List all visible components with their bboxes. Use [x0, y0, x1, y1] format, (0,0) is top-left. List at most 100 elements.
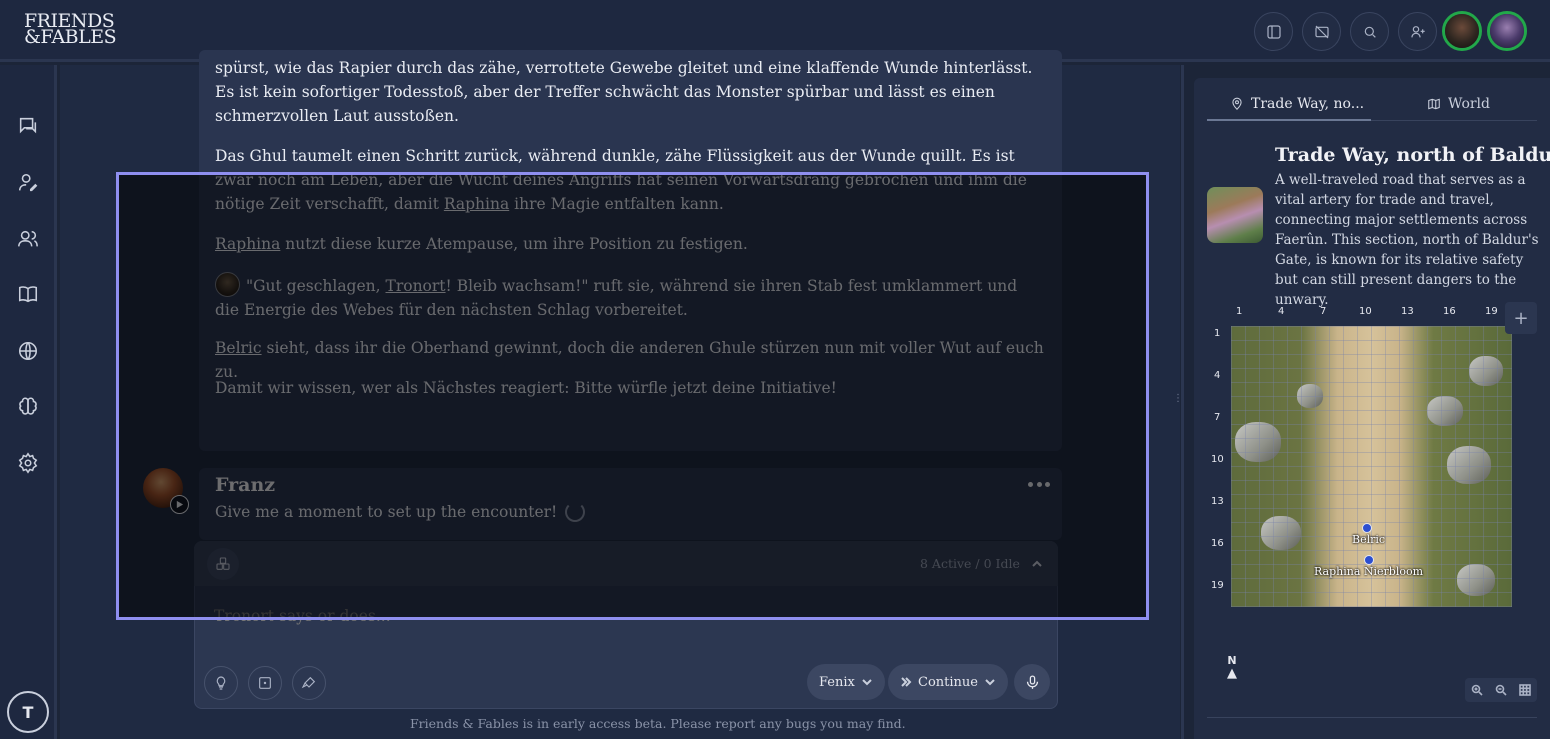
dice-icon [259, 677, 271, 689]
story-paragraph-6: Damit wir wissen, wer als Nächstes reagi… [215, 379, 837, 397]
nav-world[interactable] [17, 340, 39, 362]
tab-world-label: World [1448, 96, 1490, 112]
mode-label: Continue [918, 674, 978, 690]
grid-col-label: 4 [1278, 306, 1285, 317]
panel-icon [1266, 24, 1281, 39]
user-menu-button[interactable]: T [7, 691, 49, 733]
character-link-belric[interactable]: Belric [215, 339, 262, 357]
avatar-image [1445, 14, 1479, 48]
player-avatar-1[interactable] [1442, 11, 1482, 51]
play-icon [176, 500, 184, 509]
grid-toggle-icon[interactable] [1519, 684, 1531, 696]
map-pin-icon [1232, 97, 1242, 110]
search-icon [1364, 26, 1376, 38]
tab-location[interactable]: Trade Way, no... [1230, 88, 1364, 120]
action-input[interactable] [214, 607, 1034, 625]
grid-row-label: 16 [1211, 538, 1224, 549]
beta-notice: Friends & Fables is in early access beta… [410, 716, 906, 731]
party-status: 8 Active / 0 Idle [920, 556, 1020, 571]
toggle-images-button[interactable] [1302, 12, 1341, 51]
tab-world[interactable]: World [1427, 88, 1490, 120]
franz-message-text: Give me a moment to set up the encounter… [215, 500, 586, 524]
token-raphina[interactable] [1364, 555, 1374, 565]
collapse-button[interactable] [1030, 556, 1044, 570]
microphone-button[interactable] [1014, 664, 1050, 700]
style-button[interactable] [292, 666, 326, 700]
nav-book[interactable] [17, 283, 39, 305]
nav-memory[interactable] [17, 396, 39, 418]
suggestion-button[interactable] [204, 666, 238, 700]
location-description: A well-traveled road that serves as a vi… [1275, 172, 1539, 308]
dot [1028, 481, 1033, 487]
grid-row-label: 10 [1211, 454, 1224, 465]
invite-player-button[interactable] [1398, 12, 1437, 51]
character-link-raphina[interactable]: Raphina [444, 195, 509, 213]
compass: N ▲ [1225, 654, 1239, 681]
player-avatar-2[interactable] [1487, 11, 1527, 51]
active-tab-indicator [1207, 119, 1371, 121]
grid-row-label: 4 [1214, 370, 1221, 381]
speaker-avatar [215, 272, 240, 297]
grid-col-label: 10 [1359, 306, 1372, 317]
logo-line-2: &FABLES [24, 26, 117, 48]
location-title: Trade Way, north of Baldur'... [1275, 144, 1550, 166]
blocks-icon [216, 557, 230, 570]
app-logo[interactable]: FRIENDS &FABLES [24, 12, 117, 48]
brush-icon [301, 676, 316, 689]
book-icon [18, 286, 38, 303]
token-belric[interactable] [1362, 523, 1372, 533]
tab-location-label: Trade Way, no... [1251, 96, 1365, 112]
nav-chat[interactable] [17, 115, 39, 137]
grid-row-label: 7 [1214, 412, 1221, 423]
resize-handle[interactable]: ⋮ [1173, 394, 1183, 410]
mode-select[interactable]: Continue [888, 664, 1008, 700]
nav-party[interactable] [17, 228, 39, 250]
chevron-down-icon [985, 679, 995, 686]
north-arrow-icon: ▲ [1227, 666, 1237, 681]
lightbulb-icon [216, 676, 226, 690]
globe-icon [18, 341, 38, 361]
map-controls [1465, 678, 1537, 702]
grid-row-label: 1 [1214, 328, 1221, 339]
chevron-down-icon [862, 679, 872, 686]
message-text: Give me a moment to set up the encounter… [215, 503, 558, 521]
model-select[interactable]: Fenix [807, 664, 885, 700]
character-link-tronort[interactable]: Tronort [386, 277, 446, 295]
nav-settings[interactable] [17, 452, 39, 474]
play-audio-button[interactable] [170, 495, 189, 514]
panel-divider [1207, 717, 1537, 718]
grid-col-label: 16 [1443, 306, 1456, 317]
double-chevron-right-icon [901, 677, 912, 687]
grid-col-label: 19 [1485, 306, 1498, 317]
add-token-button[interactable]: + [1505, 302, 1537, 334]
settings-icon [18, 452, 38, 474]
story-paragraph-1: spürst, wie das Rapier durch das zähe, v… [215, 59, 1033, 125]
party-icon [18, 230, 38, 247]
camera-off-icon [1314, 25, 1329, 38]
story-paragraph-4: "Gut geschlagen, Tronort! Bleib wachsam!… [215, 272, 1045, 322]
story-paragraph-2: Das Ghul taumelt einen Schritt zurück, w… [215, 144, 1045, 216]
franz-name: Franz [215, 474, 276, 496]
left-sidebar: T [0, 65, 57, 739]
map-icon [1428, 98, 1440, 110]
search-button[interactable] [1350, 12, 1389, 51]
token-label: Belric [1352, 533, 1386, 546]
zoom-out-icon[interactable] [1495, 684, 1507, 696]
grid-row-label: 13 [1211, 496, 1224, 507]
loading-spinner-icon [565, 502, 586, 522]
microphone-icon [1026, 674, 1038, 689]
model-label: Fenix [819, 674, 855, 690]
zoom-in-icon[interactable] [1471, 684, 1483, 696]
nav-character[interactable] [17, 172, 39, 194]
text-segment: sieht, dass ihr die Oberhand gewinnt, do… [215, 339, 1044, 381]
location-thumbnail[interactable] [1207, 187, 1263, 243]
token-label: Raphina Nierbloom [1314, 565, 1424, 578]
dot [1036, 481, 1042, 487]
toggle-panel-button[interactable] [1254, 12, 1293, 51]
user-plus-icon [1410, 25, 1425, 37]
dice-button[interactable] [248, 666, 282, 700]
battle-map[interactable]: Belric Raphina Nierbloom [1231, 326, 1512, 607]
character-link-raphina[interactable]: Raphina [215, 235, 280, 253]
message-options-button[interactable] [1028, 476, 1050, 492]
scene-blocks-button[interactable] [207, 548, 239, 580]
